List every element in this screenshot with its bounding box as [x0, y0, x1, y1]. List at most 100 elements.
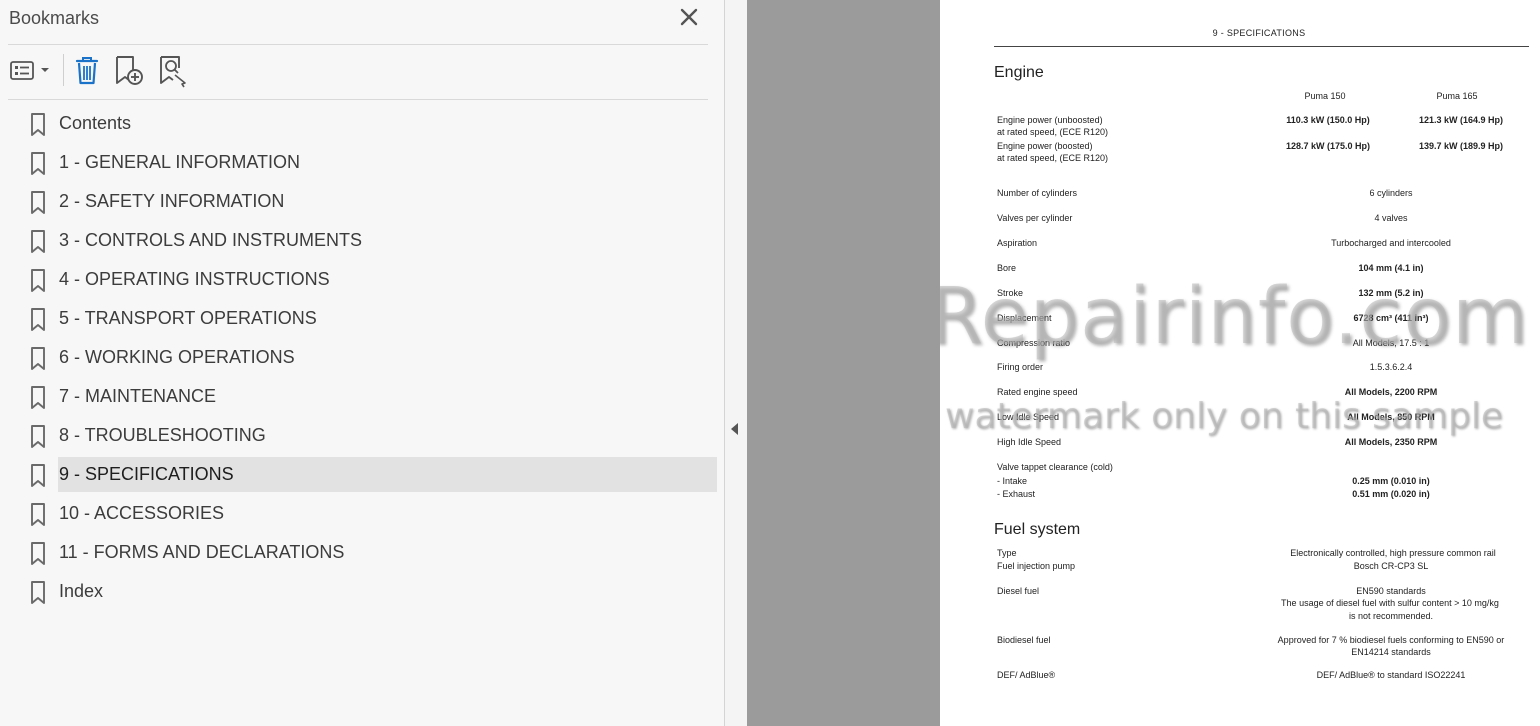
spec-value: 139.7 kW (189.9 Hp) [1418, 141, 1504, 151]
bookmark-icon [31, 347, 45, 370]
bookmark-item[interactable]: 4 - OPERATING INSTRUCTIONS [0, 262, 720, 298]
bookmark-item[interactable]: 1 - GENERAL INFORMATION [0, 145, 720, 181]
header-rule [994, 46, 1529, 47]
spec-value: DEF/ AdBlue® to standard ISO22241 [1316, 670, 1466, 680]
close-panel-button[interactable] [676, 6, 702, 30]
trash-icon [75, 57, 99, 85]
delete-bookmark-button[interactable] [73, 54, 101, 88]
bookmark-icon [31, 269, 45, 292]
spec-value: 4 valves [1374, 213, 1408, 223]
bookmark-item[interactable]: 2 - SAFETY INFORMATION [0, 184, 720, 220]
find-bookmark-button[interactable] [157, 54, 191, 88]
column-header-puma-150: Puma 150 [1304, 91, 1346, 101]
toolbar-separator [63, 54, 64, 86]
bookmark-label: 1 - GENERAL INFORMATION [59, 152, 301, 172]
bookmark-add-icon [116, 56, 143, 85]
spec-label: Engine power (boosted) [997, 141, 1093, 151]
document-gutter [747, 0, 940, 726]
bookmark-label: 11 - FORMS AND DECLARATIONS [59, 542, 345, 562]
document-page: 9 - SPECIFICATIONS Engine Puma 150 Puma … [940, 0, 1540, 726]
spec-value: 0.25 mm (0.010 in) [1352, 476, 1430, 486]
spec-label: Type [997, 548, 1017, 558]
section-title-fuel-system: Fuel system [994, 521, 1081, 538]
spec-value: 121.3 kW (164.9 Hp) [1418, 115, 1504, 125]
bookmark-icon [31, 503, 45, 526]
options-menu-button[interactable] [9, 54, 53, 88]
bookmark-icon [31, 464, 45, 487]
spec-label: at rated speed, (ECE R120) [997, 127, 1109, 137]
bookmark-item-highlight [58, 574, 717, 609]
page-header: 9 - SPECIFICATIONS [1212, 28, 1306, 38]
spec-value: 0.51 mm (0.020 in) [1352, 489, 1430, 499]
bookmarks-panel: Bookmarks Contents 1 - GENERAL INFORMATI… [0, 0, 725, 726]
bookmark-item[interactable]: 7 - MAINTENANCE [0, 379, 720, 415]
bookmark-icon [31, 581, 45, 604]
spec-value: is not recommended. [1348, 611, 1434, 621]
spec-value: All Models, 2350 RPM [1344, 437, 1438, 447]
bookmark-icon [31, 425, 45, 448]
bookmark-item[interactable]: Contents [0, 106, 720, 142]
bookmark-label: 9 - SPECIFICATIONS [59, 464, 234, 484]
bookmark-icon [31, 191, 45, 214]
divider [8, 44, 708, 45]
bookmark-icon [31, 113, 45, 136]
close-icon [680, 8, 698, 26]
spec-value: The usage of diesel fuel with sulfur con… [1281, 598, 1499, 608]
bookmark-icon [31, 386, 45, 409]
panel-collapse-strip [725, 0, 747, 726]
spec-value: EN14214 standards [1351, 647, 1431, 657]
spec-label: Aspiration [997, 238, 1038, 248]
bookmark-label: 3 - CONTROLS AND INSTRUMENTS [59, 230, 363, 250]
spec-label: Firing order [997, 362, 1044, 372]
spec-value: Approved for 7 % biodiesel fuels conform… [1277, 635, 1505, 645]
spec-label: Valve tappet clearance (cold) [997, 462, 1113, 472]
bookmark-label: Contents [59, 113, 132, 133]
bookmark-label: Index [59, 581, 104, 601]
spec-label: Biodiesel fuel [997, 635, 1051, 645]
spec-label: High Idle Speed [997, 437, 1062, 447]
spec-value: 1.5.3.6.2.4 [1369, 362, 1413, 372]
spec-value: Electronically controlled, high pressure… [1290, 548, 1496, 558]
spec-value: Bosch CR-CP3 SL [1353, 561, 1429, 571]
bookmark-label: 5 - TRANSPORT OPERATIONS [59, 308, 317, 328]
bookmark-label: 2 - SAFETY INFORMATION [59, 191, 285, 211]
collapse-panel-arrow-icon[interactable] [731, 423, 738, 435]
spec-label: - Intake [997, 476, 1028, 486]
bookmark-item[interactable]: 8 - TROUBLESHOOTING [0, 418, 720, 454]
bookmark-item[interactable]: 9 - SPECIFICATIONS [0, 457, 720, 493]
spec-value: 6 cylinders [1369, 188, 1413, 198]
bookmark-label: 10 - ACCESSORIES [59, 503, 225, 523]
spec-label: - Exhaust [997, 489, 1036, 499]
spec-label: Diesel fuel [997, 586, 1040, 596]
column-header-puma-165: Puma 165 [1436, 91, 1478, 101]
bookmark-item[interactable]: Index [0, 574, 720, 610]
spec-label: DEF/ AdBlue® [997, 670, 1056, 680]
section-title-engine: Engine [994, 64, 1044, 81]
bookmark-find-icon [160, 56, 186, 88]
bookmark-item[interactable]: 11 - FORMS AND DECLARATIONS [0, 535, 720, 571]
bookmark-label: 8 - TROUBLESHOOTING [59, 425, 266, 445]
watermark-text: eRepairinfo.com [940, 272, 1530, 362]
watermark-subtext: watermark only on this sample [945, 396, 1504, 437]
bookmark-item[interactable]: 6 - WORKING OPERATIONS [0, 340, 720, 376]
panel-title: Bookmarks [9, 8, 100, 28]
bookmark-icon [31, 230, 45, 253]
bookmark-icon [31, 542, 45, 565]
spec-label: at rated speed, (ECE R120) [997, 153, 1109, 163]
spec-value: EN590 standards [1356, 586, 1426, 596]
bookmark-item[interactable]: 5 - TRANSPORT OPERATIONS [0, 301, 720, 337]
bookmark-label: 4 - OPERATING INSTRUCTIONS [59, 269, 330, 289]
divider [8, 99, 708, 100]
bookmark-label: 7 - MAINTENANCE [59, 386, 217, 406]
spec-label: Number of cylinders [997, 188, 1078, 198]
bookmark-icon [31, 152, 45, 175]
spec-label: Valves per cylinder [997, 213, 1073, 223]
bookmark-item-highlight [58, 106, 717, 141]
bookmark-label: 6 - WORKING OPERATIONS [59, 347, 295, 367]
bookmark-item[interactable]: 10 - ACCESSORIES [0, 496, 720, 532]
list-options-icon [10, 61, 49, 80]
new-bookmark-button[interactable] [113, 54, 147, 88]
spec-label: Engine power (unboosted) [997, 115, 1103, 125]
bookmark-item[interactable]: 3 - CONTROLS AND INSTRUMENTS [0, 223, 720, 259]
spec-value: 128.7 kW (175.0 Hp) [1285, 141, 1371, 151]
